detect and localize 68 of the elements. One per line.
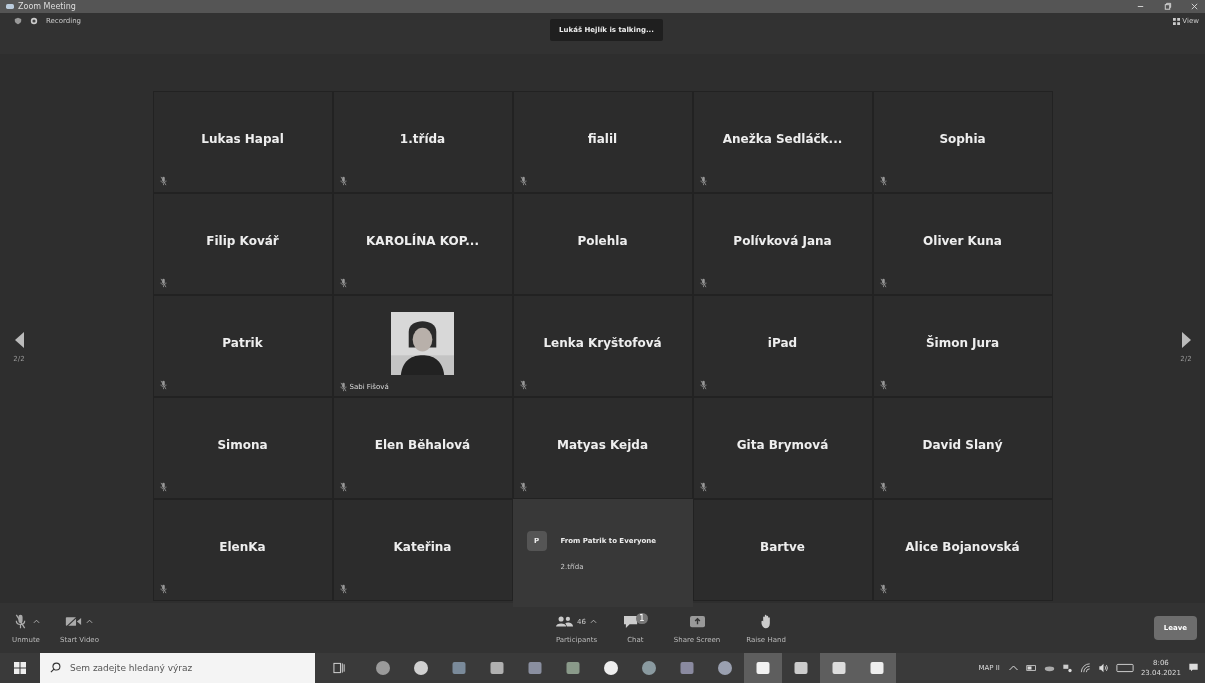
participant-name: 1.třída (399, 132, 446, 146)
circle-app-icon (413, 660, 429, 676)
circle-app-icon (603, 660, 619, 676)
participant-name: Polehla (577, 234, 628, 248)
participant-name: Anežka Sedláčk... (722, 132, 843, 146)
participant-name: Lenka Kryštofová (543, 336, 662, 350)
cloud-icon[interactable] (1043, 663, 1055, 673)
people-icon (556, 614, 573, 629)
square-app-icon (679, 660, 695, 676)
unread-badge: 1 (636, 612, 648, 624)
windows-start-icon[interactable] (14, 662, 26, 674)
participant-name: David Slaný (922, 438, 1003, 452)
participant-name: Alice Bojanovská (905, 540, 1020, 554)
taskbar-app[interactable] (820, 653, 858, 683)
speaker-icon[interactable] (1097, 663, 1109, 673)
grid-icon (1173, 17, 1181, 25)
participant-name: Matyas Kejda (556, 438, 648, 452)
square-app-icon (489, 660, 505, 676)
network-icon[interactable] (1061, 663, 1073, 673)
notification-icon[interactable] (1188, 663, 1199, 673)
square-app-icon (565, 660, 581, 676)
battery-icon[interactable] (1025, 663, 1037, 673)
square-app-icon (869, 660, 885, 676)
search-icon (50, 662, 61, 673)
square-app-icon (755, 660, 771, 676)
circle-app-icon (375, 660, 391, 676)
caret-icon[interactable] (86, 619, 94, 624)
next-page-arrow-icon[interactable] (1180, 331, 1192, 349)
participant-name: Lukas Hapal (201, 132, 284, 146)
square-app-icon (793, 660, 809, 676)
participant-name: Elen Běhalová (374, 438, 471, 452)
taskbar-app[interactable] (858, 653, 896, 683)
task-view-icon[interactable] (333, 662, 346, 674)
participant-name: fialil (587, 132, 618, 146)
caret-icon[interactable] (33, 619, 40, 624)
participant-name: Simona (217, 438, 268, 452)
participant-name: KAROLÍNA KOP... (366, 234, 479, 248)
chevron-up-icon[interactable] (1007, 663, 1019, 673)
square-app-icon (451, 660, 467, 676)
participant-name: Patrik (222, 336, 263, 350)
participant-name: ElenKa (219, 540, 266, 554)
restore-icon[interactable] (1163, 2, 1172, 11)
participant-name: Polívková Jana (733, 234, 832, 248)
participant-name: Gita Brymová (736, 438, 829, 452)
participant-name: Bartve (760, 540, 805, 554)
window-title: Zoom Meeting (18, 2, 76, 11)
circle-app-icon (641, 660, 657, 676)
circle-app-icon (717, 660, 733, 676)
caret-icon[interactable] (589, 619, 597, 624)
participant-name: iPad (767, 336, 798, 350)
square-app-icon (831, 660, 847, 676)
taskbar-app[interactable] (744, 653, 782, 683)
app-icon (6, 3, 14, 10)
keyboard-icon[interactable] (1115, 663, 1134, 673)
participant-name: Šimon Jura (925, 336, 1000, 350)
participant-name: Oliver Kuna (923, 234, 1002, 248)
participant-name: Kateřina (393, 540, 452, 554)
participant-name: Filip Kovář (206, 234, 279, 248)
shield-icon[interactable] (14, 17, 22, 25)
close-icon[interactable] (1190, 2, 1199, 11)
video-off-icon (65, 614, 83, 629)
square-app-icon (527, 660, 543, 676)
search-field[interactable]: Sem zadejte hledaný výraz (40, 653, 315, 683)
participant-name: Sophia (939, 132, 986, 146)
previous-page-arrow-icon[interactable] (13, 331, 25, 349)
share-screen-icon (688, 614, 706, 629)
wifi-icon[interactable] (1079, 663, 1091, 673)
record-icon (30, 17, 38, 25)
